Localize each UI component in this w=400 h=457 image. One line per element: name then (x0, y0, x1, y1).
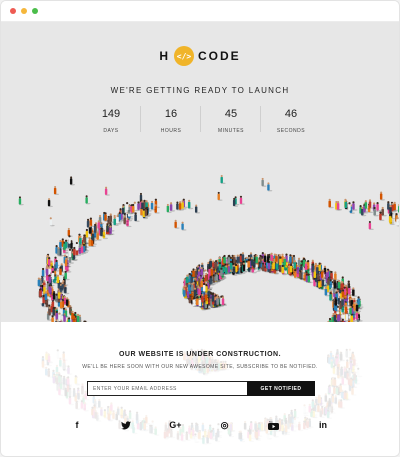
window-titlebar (1, 1, 399, 22)
twitter-icon[interactable] (120, 419, 132, 431)
launch-tagline: WE'RE GETTING READY TO LAUNCH (110, 86, 290, 95)
countdown-timer: 149 DAYS 16 HOURS 45 MINUTES 46 SECONDS (81, 106, 321, 134)
crowd-person (49, 217, 55, 227)
crowd-person (267, 182, 273, 192)
crowd-person (368, 220, 374, 231)
crowd-person (352, 201, 358, 211)
countdown-days: 149 DAYS (81, 106, 141, 134)
countdown-minutes: 45 MINUTES (200, 106, 261, 134)
subscribe-form: GET NOTIFIED (87, 381, 315, 396)
crowd-person (381, 206, 387, 217)
crowd-person (303, 404, 306, 413)
crowd-person (194, 204, 201, 214)
crowd-person (110, 402, 113, 411)
crowd-person (174, 219, 180, 229)
close-dot-icon[interactable] (10, 8, 16, 14)
facebook-icon[interactable]: f (71, 419, 83, 431)
crowd-person (66, 376, 70, 385)
countdown-label: DAYS (103, 128, 119, 134)
crowd-person (328, 198, 334, 209)
crowd-person (261, 177, 267, 187)
crowd-person (53, 185, 60, 196)
crowd-person (187, 199, 194, 210)
get-notified-button[interactable]: GET NOTIFIED (247, 381, 315, 396)
crowd-person (336, 201, 343, 211)
crowd-person (180, 432, 184, 441)
crowd-person (376, 202, 382, 212)
email-input[interactable] (87, 381, 247, 396)
countdown-hours: 16 HOURS (140, 106, 201, 134)
crowd-image (18, 174, 399, 322)
countdown-value: 45 (224, 108, 238, 120)
crowd-person (181, 221, 187, 231)
crowd-person (169, 202, 176, 212)
crowd-person (109, 225, 115, 235)
countdown-seconds: 46 SECONDS (260, 106, 321, 134)
countdown-label: HOURS (160, 128, 182, 134)
crowd-person (398, 203, 399, 214)
youtube-icon[interactable]: You (268, 419, 280, 431)
subscribe-section: OUR WEBSITE IS UNDER CONSTRUCTION. WE'LL… (1, 322, 399, 456)
countdown-value: 16 (164, 108, 178, 120)
google-plus-icon[interactable]: G+ (169, 419, 181, 431)
countdown-value: 149 (101, 108, 121, 120)
construction-heading: OUR WEBSITE IS UNDER CONSTRUCTION. (118, 351, 282, 358)
crowd-person (239, 195, 245, 205)
crowd-person (217, 191, 223, 201)
code-icon: </> (174, 46, 194, 66)
construction-subtext: WE'LL BE HERE SOON WITH OUR NEW AWESOME … (82, 364, 318, 370)
crowd-person (98, 398, 101, 408)
crowd-person (220, 174, 226, 185)
crowd-person (85, 195, 91, 205)
site-logo[interactable]: H </> CODE (1, 46, 399, 66)
crowd-person (396, 216, 399, 227)
logo-text-left: H (159, 49, 170, 63)
crowd-person (18, 196, 24, 206)
browser-window: H </> CODE WE'RE GETTING READY TO LAUNCH… (0, 0, 400, 457)
crowd-person (134, 212, 140, 222)
hero-section: H </> CODE WE'RE GETTING READY TO LAUNCH… (1, 22, 399, 322)
logo-text-right: CODE (198, 49, 241, 63)
crowd-person (47, 198, 53, 208)
crowd-person (379, 191, 386, 201)
linkedin-icon[interactable]: in (317, 419, 329, 431)
crowd-person (104, 186, 110, 196)
crowd-person (69, 176, 76, 186)
social-links: f G+ ◎ You in (71, 419, 329, 431)
maximize-dot-icon[interactable] (32, 8, 38, 14)
crowd-person (221, 296, 228, 306)
minimize-dot-icon[interactable] (21, 8, 27, 14)
countdown-value: 46 (284, 108, 298, 120)
countdown-label: MINUTES (218, 128, 244, 134)
dribbble-icon[interactable]: ◎ (219, 419, 231, 431)
countdown-label: SECONDS (276, 128, 306, 134)
